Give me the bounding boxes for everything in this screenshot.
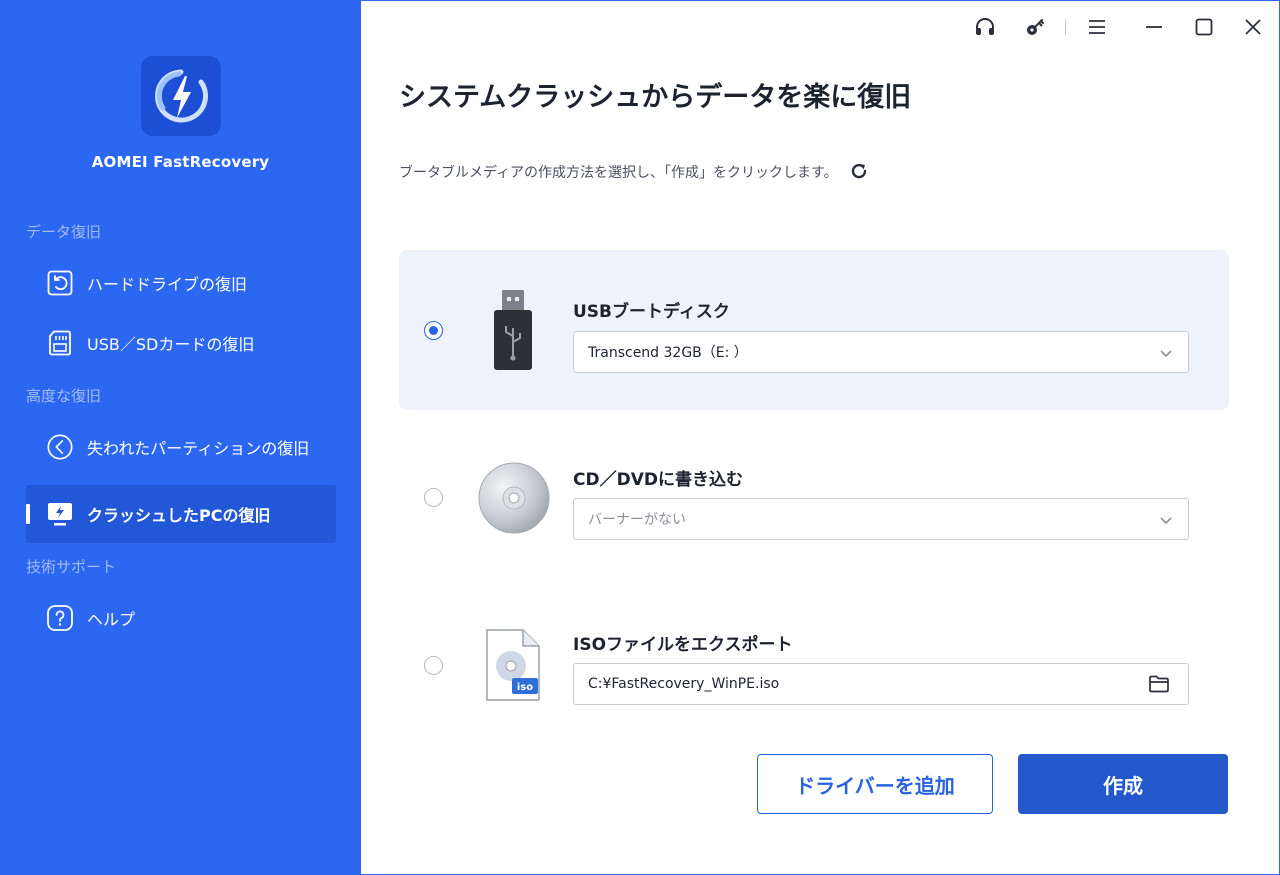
page-subtitle: ブータブルメディアの作成方法を選択し、「作成」をクリックします。 [399,165,838,181]
option-cd-dvd[interactable]: CD／DVDに書き込む バーナーがない [399,416,1229,576]
refresh-icon[interactable] [847,159,871,183]
radio-usb[interactable] [424,321,443,340]
option-usb-boot-disk[interactable]: USBブートディスク Transcend 32GB（E: ） [399,250,1229,410]
partition-icon [46,433,74,461]
question-icon [46,604,74,632]
minimize-icon[interactable] [1142,15,1166,39]
maximize-icon[interactable] [1192,15,1216,39]
section-label-advanced: 高度な復旧 [26,387,102,405]
usb-drive-icon [491,288,535,376]
option-title: CD／DVDに書き込む [573,470,743,490]
folder-icon[interactable] [1148,674,1170,694]
sidebar-item-label: ハードドライブの復旧 [87,275,248,294]
app-logo [141,56,221,136]
sidebar-item-partition-recovery[interactable]: 失われたパーティションの復旧 [26,418,336,476]
section-label-support: 技術サポート [26,558,117,576]
sidebar-item-label: ヘルプ [87,610,136,629]
option-title: USBブートディスク [573,302,730,322]
sidebar: AOMEI FastRecovery データ復旧 ハードドライブの復旧 USB／… [0,0,361,875]
radio-cd-dvd[interactable] [424,488,443,507]
usb-drive-select-value: Transcend 32GB（E: ） [588,345,748,361]
sidebar-item-usb-sd-recovery[interactable]: USB／SDカードの復旧 [26,314,336,372]
option-iso-export[interactable]: iso ISOファイルをエクスポート C:¥FastRecovery_WinPE… [399,583,1229,743]
app-name: AOMEI FastRecovery [91,153,270,171]
page-title: システムクラッシュからデータを楽に復旧 [399,82,912,113]
close-icon[interactable] [1241,15,1265,39]
burner-select-value: バーナーがない [588,512,686,528]
sidebar-item-label: 失われたパーティションの復旧 [87,439,310,458]
main-panel: システムクラッシュからデータを楽に復旧 ブータブルメディアの作成方法を選択し、「… [361,1,1279,874]
key-license-icon[interactable] [1023,15,1047,39]
sidebar-item-hard-drive-recovery[interactable]: ハードドライブの復旧 [26,254,336,312]
sidebar-item-help[interactable]: ヘルプ [26,589,336,647]
titlebar-separator [1065,19,1066,35]
sidebar-item-label: USB／SDカードの復旧 [87,335,255,354]
iso-file-icon: iso [485,628,543,706]
svg-text:iso: iso [517,682,533,693]
sd-card-icon [46,329,74,357]
iso-path-input[interactable]: C:¥FastRecovery_WinPE.iso [573,663,1189,705]
option-title: ISOファイルをエクスポート [573,635,793,655]
create-button[interactable]: 作成 [1018,754,1228,814]
sidebar-item-crashed-pc-recovery[interactable]: クラッシュしたPCの復旧 [26,485,336,543]
menu-icon[interactable] [1085,15,1109,39]
burner-select[interactable]: バーナーがない [573,498,1189,540]
chevron-down-icon [1160,350,1172,358]
undo-box-icon [46,269,74,297]
headset-support-icon[interactable] [973,15,997,39]
sidebar-item-label: クラッシュしたPCの復旧 [87,506,271,525]
cd-disc-icon [477,461,551,539]
radio-iso[interactable] [424,656,443,675]
section-label-data-recovery: データ復旧 [26,223,102,241]
lightning-logo-icon [155,69,208,123]
usb-drive-select[interactable]: Transcend 32GB（E: ） [573,331,1189,373]
add-driver-button[interactable]: ドライバーを追加 [757,754,993,814]
monitor-bolt-icon [46,500,74,528]
chevron-down-icon [1160,517,1172,525]
iso-path-value: C:¥FastRecovery_WinPE.iso [588,676,780,692]
